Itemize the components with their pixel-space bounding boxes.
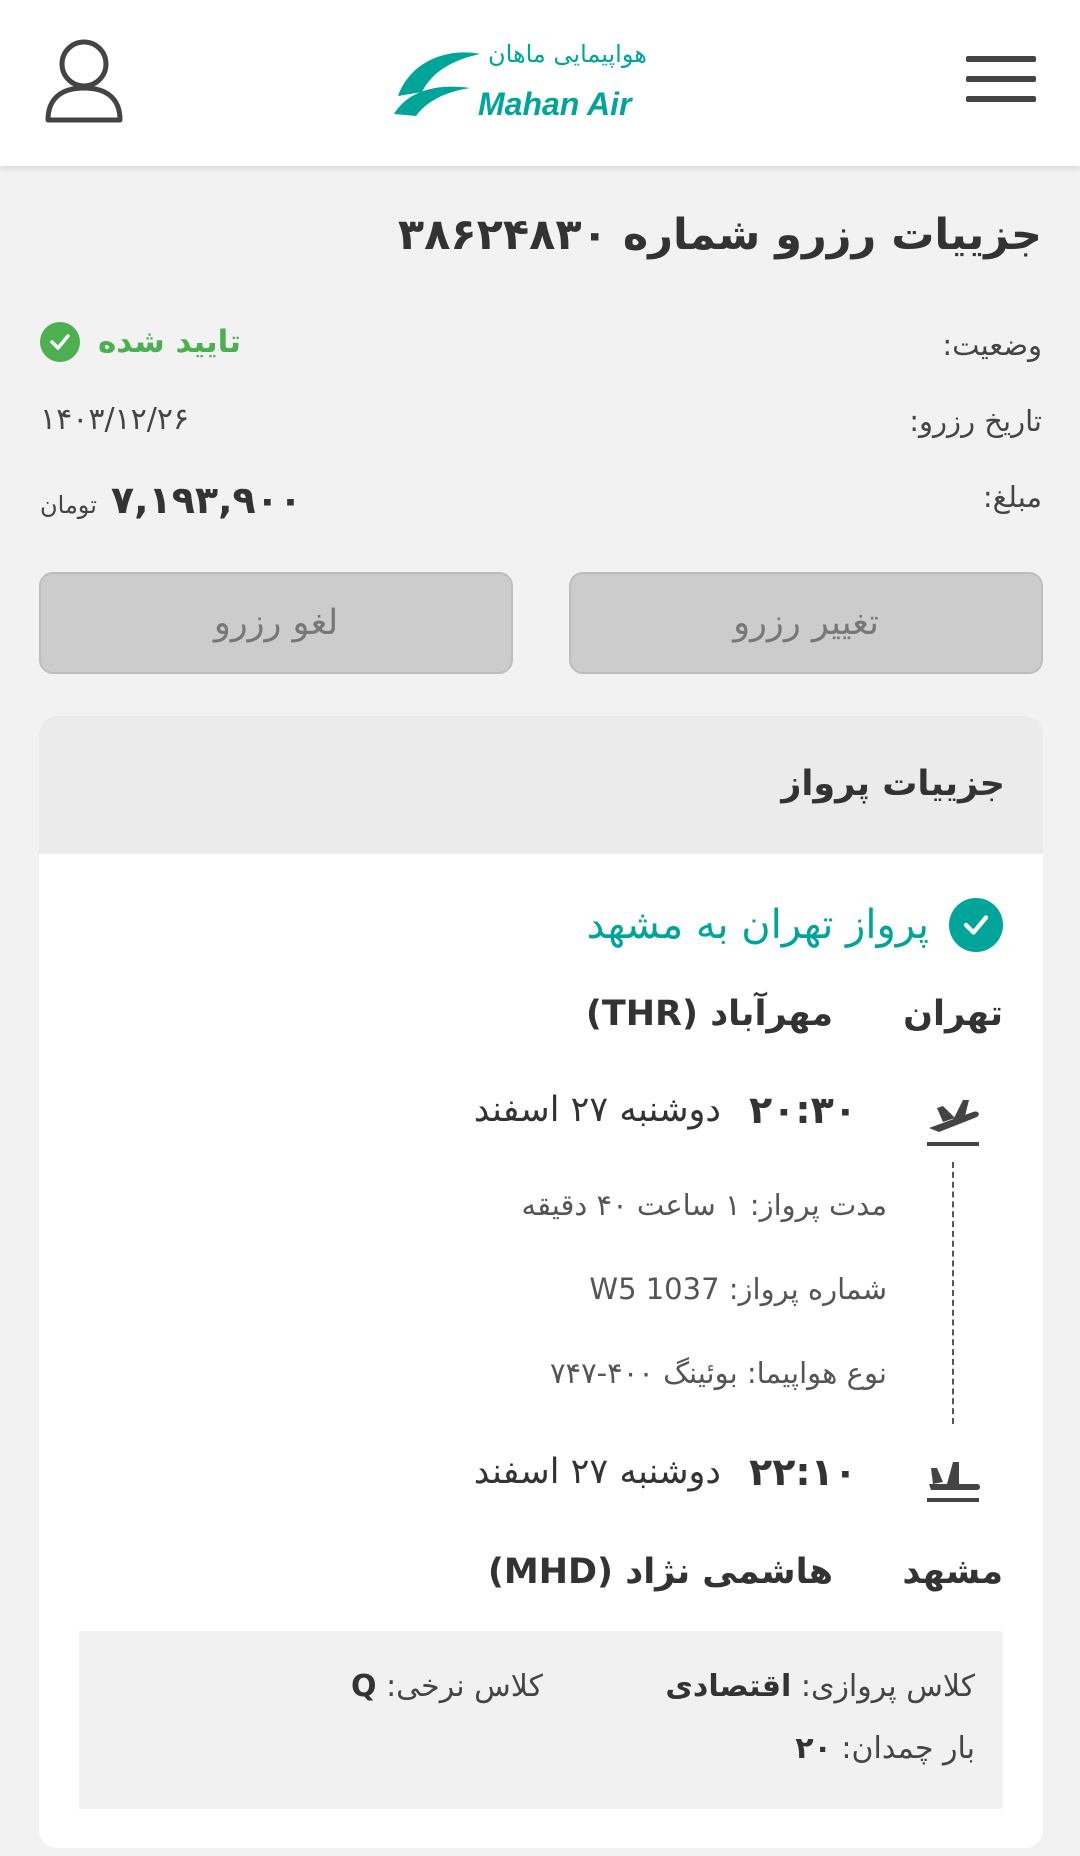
route-title-text: پرواز تهران به مشهد	[586, 902, 929, 948]
departure-plane-icon	[927, 1100, 979, 1146]
timeline-divider	[952, 1162, 954, 1424]
amount-unit: تومان	[40, 491, 97, 519]
departure-time-row: ۲۰:۳۰ دوشنبه ۲۷ اسفند	[474, 1088, 857, 1132]
page-title: جزییات رزرو شماره ۳۸۶۲۴۸۳۰	[397, 210, 1042, 260]
status-text: تایید شده	[98, 324, 241, 360]
flight-number-row: شماره پرواز: W5 1037	[589, 1272, 887, 1306]
flight-details-title: جزییات پرواز	[781, 764, 1005, 804]
departure-time: ۲۰:۳۰	[749, 1088, 857, 1132]
destination-city: مشهد	[902, 1552, 1003, 1592]
menu-button[interactable]	[966, 56, 1036, 108]
booking-date-label: تاریخ رزرو:	[909, 404, 1042, 438]
flight-number-label: شماره پرواز:	[728, 1272, 887, 1306]
fare-class: کلاس نرخی: Q	[351, 1669, 543, 1704]
baggage-value: ۲۰	[795, 1731, 832, 1766]
origin-city: تهران	[903, 994, 1003, 1034]
fare-class-value: Q	[351, 1669, 377, 1704]
baggage-label: بار چمدان:	[841, 1731, 975, 1766]
arrival-time-row: ۲۲:۱۰ دوشنبه ۲۷ اسفند	[474, 1450, 857, 1494]
logo-text-fa: هواپیمایی ماهان	[488, 40, 647, 68]
arrival-date: دوشنبه ۲۷ اسفند	[473, 1452, 722, 1492]
status-badge: تایید شده	[40, 322, 241, 362]
arrival-plane-icon	[927, 1462, 980, 1502]
hamburger-icon-bar	[966, 96, 1036, 102]
baggage-allowance: بار چمدان: ۲۰	[795, 1731, 975, 1766]
hamburger-icon-bar	[966, 76, 1036, 82]
change-booking-button[interactable]: تغییر رزرو	[569, 572, 1043, 674]
logo-text-en: Mahan Air	[478, 86, 632, 122]
logo-wings-icon	[394, 52, 480, 116]
cancel-booking-button[interactable]: لغو رزرو	[39, 572, 513, 674]
mahan-air-logo[interactable]: هواپیمایی ماهان Mahan Air	[392, 34, 692, 126]
check-circle-icon	[949, 898, 1003, 952]
arrival-time: ۲۲:۱۰	[749, 1450, 857, 1494]
flight-number: W5 1037	[589, 1272, 720, 1306]
flight-duration: مدت پرواز: ۱ ساعت ۴۰ دقیقه	[521, 1188, 887, 1222]
fare-info-box: کلاس پروازی: اقتصادی کلاس نرخی: Q بار چم…	[79, 1631, 1003, 1809]
aircraft-type: نوع هواپیما: بوئینگ ۴۰۰-۷۴۷	[549, 1356, 887, 1390]
status-label: وضعیت:	[942, 328, 1042, 362]
flight-details-card: جزییات پرواز پرواز تهران به مشهد تهران م…	[39, 716, 1043, 1848]
flight-details-header[interactable]: جزییات پرواز	[39, 716, 1043, 854]
cabin-class-label: کلاس پروازی:	[800, 1669, 975, 1704]
cabin-class: کلاس پروازی: اقتصادی	[665, 1669, 975, 1704]
user-icon[interactable]	[44, 36, 124, 124]
departure-date: دوشنبه ۲۷ اسفند	[473, 1090, 722, 1130]
destination-airport: هاشمی نژاد (MHD)	[487, 1552, 833, 1592]
fare-class-label: کلاس نرخی:	[386, 1669, 543, 1704]
cabin-class-value: اقتصادی	[665, 1669, 792, 1704]
booking-date-value: ۱۴۰۳/۱۲/۲۶	[40, 402, 190, 437]
app-header: هواپیمایی ماهان Mahan Air	[0, 0, 1080, 166]
hamburger-icon-bar	[966, 56, 1036, 62]
amount-label: مبلغ:	[982, 480, 1042, 514]
amount-number: ۷,۱۹۳,۹۰۰	[110, 478, 303, 522]
origin-airport: مهرآباد (THR)	[585, 994, 833, 1034]
amount-value: تومان ۷,۱۹۳,۹۰۰	[40, 478, 302, 522]
route-title: پرواز تهران به مشهد	[587, 898, 1003, 952]
check-circle-icon	[40, 322, 80, 362]
